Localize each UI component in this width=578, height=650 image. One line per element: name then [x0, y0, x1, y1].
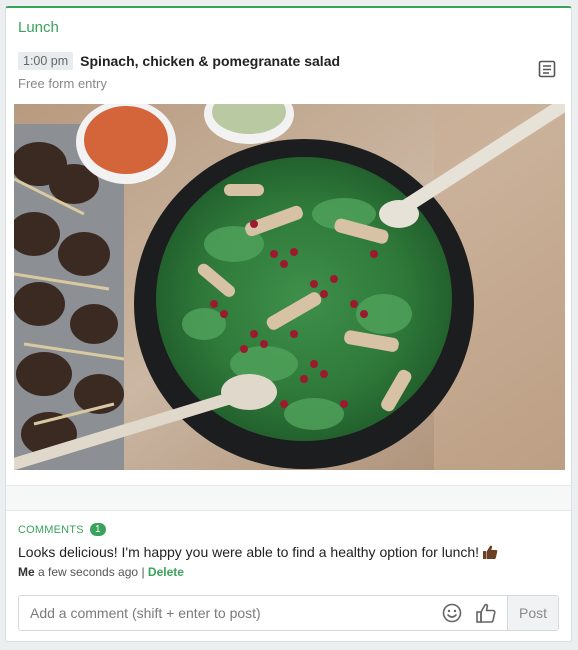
thumbs-up-icon[interactable]: [475, 602, 497, 624]
notes-icon[interactable]: [538, 60, 556, 78]
comments-label: COMMENTS: [18, 523, 84, 536]
comment-body: Looks delicious! I'm happy you were able…: [18, 544, 498, 560]
post-button[interactable]: Post: [507, 596, 558, 630]
entry-subtitle: Free form entry: [18, 76, 107, 91]
meal-label: Lunch: [18, 19, 59, 36]
meal-photo: [14, 104, 565, 470]
entry-header: 1:00 pm Spinach, chicken & pomegranate s…: [18, 52, 340, 70]
comment-composer: Post: [18, 595, 559, 631]
comment-input[interactable]: [19, 596, 441, 630]
meal-entry-card: Lunch 1:00 pm Spinach, chicken & pomegra…: [5, 6, 572, 642]
smiley-icon[interactable]: [442, 603, 462, 623]
comment-meta: Me a few seconds ago | Delete: [18, 565, 184, 579]
comment-text: Looks delicious! I'm happy you were able…: [18, 544, 480, 560]
meta-separator: |: [141, 565, 145, 579]
comment-author: Me: [18, 565, 35, 579]
delete-comment-link[interactable]: Delete: [148, 565, 184, 579]
entry-title: Spinach, chicken & pomegranate salad: [80, 53, 341, 69]
comments-count-badge: 1: [89, 523, 106, 536]
entry-time-badge: 1:00 pm: [18, 52, 74, 70]
thumbs-up-emoji: [483, 545, 498, 559]
comment-time: a few seconds ago: [38, 565, 139, 579]
section-divider: [6, 485, 571, 511]
comments-header: COMMENTS 1: [18, 523, 106, 536]
